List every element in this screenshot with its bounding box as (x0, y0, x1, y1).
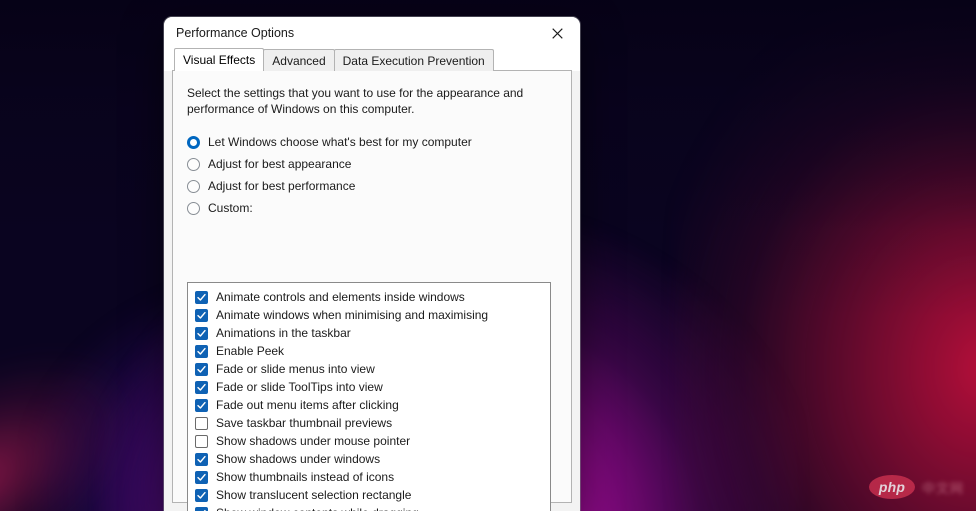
checkbox-checked-icon[interactable] (195, 398, 208, 412)
radio-label: Custom: (208, 201, 253, 215)
effect-row[interactable]: Fade out menu items after clicking (188, 396, 550, 414)
intro-text: Select the settings that you want to use… (187, 86, 524, 116)
effect-label: Show thumbnails instead of icons (216, 470, 395, 484)
visual-effects-listbox[interactable]: Animate controls and elements inside win… (187, 282, 551, 511)
dialog-titlebar: Performance Options (164, 17, 580, 49)
effect-label: Fade out menu items after clicking (216, 398, 399, 412)
effect-row[interactable]: Save taskbar thumbnail previews (188, 414, 550, 432)
effect-row[interactable]: Animate windows when minimising and maxi… (188, 306, 550, 324)
radio-option-best-appearance[interactable]: Adjust for best appearance (187, 153, 571, 175)
tab-label: Visual Effects (183, 53, 256, 67)
effect-row[interactable]: Enable Peek (188, 342, 550, 360)
effect-row[interactable]: Show shadows under mouse pointer (188, 432, 550, 450)
dialog-title: Performance Options (176, 26, 295, 40)
performance-mode-radio-group: Let Windows choose what's best for my co… (173, 117, 571, 219)
radio-option-let-windows-choose[interactable]: Let Windows choose what's best for my co… (187, 131, 571, 153)
tab-data-execution-prevention[interactable]: Data Execution Prevention (333, 49, 494, 71)
effect-row[interactable]: Fade or slide menus into view (188, 360, 550, 378)
checkbox-checked-icon[interactable] (195, 452, 208, 466)
radio-label: Let Windows choose what's best for my co… (208, 135, 472, 149)
checkbox-checked-icon[interactable] (195, 326, 208, 340)
close-button[interactable] (535, 17, 580, 49)
radio-indicator (187, 201, 200, 215)
visual-effects-page: Select the settings that you want to use… (172, 71, 572, 511)
tab-label: Data Execution Prevention (342, 53, 485, 68)
effect-row[interactable]: Show shadows under windows (188, 450, 550, 468)
effect-label: Fade or slide menus into view (216, 362, 375, 376)
effect-row[interactable]: Show translucent selection rectangle (188, 486, 550, 504)
effect-label: Show window contents while dragging (216, 506, 419, 511)
effect-label: Save taskbar thumbnail previews (216, 416, 393, 430)
checkbox-checked-icon[interactable] (195, 506, 208, 511)
effect-row[interactable]: Show window contents while dragging (188, 504, 550, 511)
radio-indicator (187, 157, 200, 171)
radio-option-best-performance[interactable]: Adjust for best performance (187, 175, 571, 197)
effect-label: Show shadows under windows (216, 452, 381, 466)
effect-label: Animate controls and elements inside win… (216, 290, 465, 304)
checkbox-unchecked-icon[interactable] (195, 434, 208, 448)
radio-label: Adjust for best appearance (208, 157, 352, 171)
checkbox-checked-icon[interactable] (195, 470, 208, 484)
checkbox-unchecked-icon[interactable] (195, 416, 208, 430)
performance-options-dialog: Performance Options Visual Effects Advan… (164, 17, 580, 511)
close-icon (552, 27, 563, 39)
effect-label: Enable Peek (216, 344, 285, 358)
checkbox-checked-icon[interactable] (195, 380, 208, 394)
checkbox-checked-icon[interactable] (195, 308, 208, 322)
effect-label: Show shadows under mouse pointer (216, 434, 411, 448)
tab-label: Advanced (272, 53, 326, 68)
tab-strip: Visual Effects Advanced Data Execution P… (164, 48, 580, 71)
checkbox-checked-icon[interactable] (195, 362, 208, 376)
radio-indicator (187, 179, 200, 193)
effect-label: Fade or slide ToolTips into view (216, 380, 383, 394)
tab-visual-effects[interactable]: Visual Effects (174, 48, 265, 71)
effect-row[interactable]: Show thumbnails instead of icons (188, 468, 550, 486)
effect-row[interactable]: Animate controls and elements inside win… (188, 288, 550, 306)
effect-label: Show translucent selection rectangle (216, 488, 412, 502)
checkbox-checked-icon[interactable] (195, 290, 208, 304)
watermark: php 中文网 (868, 475, 964, 499)
effect-label: Animate windows when minimising and maxi… (216, 308, 489, 322)
radio-option-custom[interactable]: Custom: (187, 197, 571, 219)
radio-label: Adjust for best performance (208, 179, 356, 193)
effect-row[interactable]: Fade or slide ToolTips into view (188, 378, 550, 396)
radio-indicator (187, 135, 200, 149)
php-logo: php (868, 475, 915, 499)
effect-label: Animations in the taskbar (216, 326, 351, 340)
checkbox-checked-icon[interactable] (195, 488, 208, 502)
watermark-text: 中文网 (921, 480, 964, 496)
effect-row[interactable]: Animations in the taskbar (188, 324, 550, 342)
checkbox-checked-icon[interactable] (195, 344, 208, 358)
tab-advanced[interactable]: Advanced (263, 49, 335, 71)
